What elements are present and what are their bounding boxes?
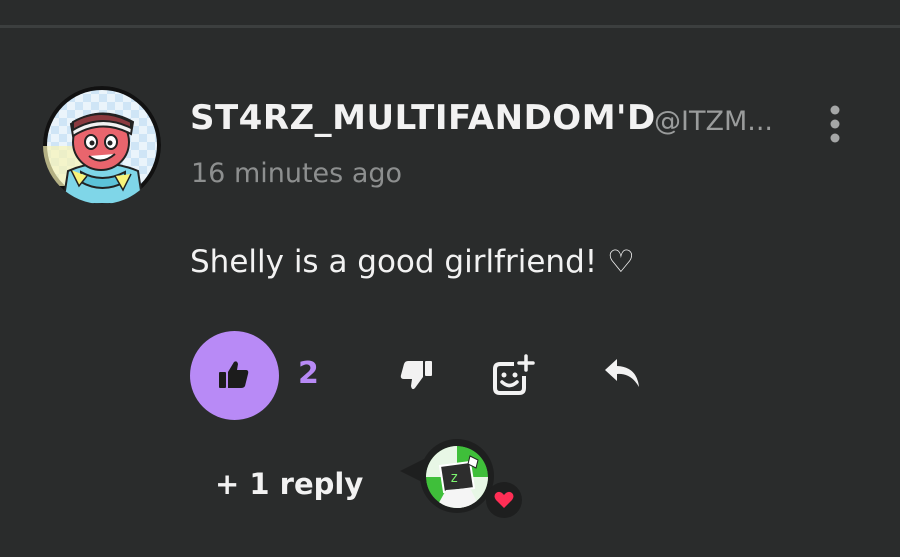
comment-text: Shelly is a good girlfriend! ♡ — [190, 244, 635, 280]
svg-text:z: z — [450, 470, 458, 486]
like-count: 2 — [298, 356, 319, 391]
comment-timestamp: 16 minutes ago — [191, 158, 403, 189]
like-button[interactable] — [190, 331, 279, 420]
view-replies-link[interactable]: + 1 reply — [215, 467, 363, 501]
commenter-avatar[interactable] — [43, 86, 161, 204]
add-emoji-button[interactable] — [490, 354, 536, 398]
heart-icon — [494, 491, 514, 508]
reply-button[interactable] — [601, 355, 645, 393]
top-divider — [0, 25, 900, 28]
reply-icon — [605, 359, 639, 387]
thumbs-down-icon — [400, 361, 432, 390]
commenter-handle[interactable]: @ITZM... — [654, 106, 773, 137]
creator-avatar: z — [426, 446, 488, 508]
heart-badge — [486, 482, 522, 518]
commenter-username[interactable]: ST4RZ_MULTIFANDOM'D — [190, 98, 656, 138]
add-emoji-icon — [493, 354, 535, 395]
more-vertical-icon[interactable] — [822, 104, 848, 144]
dislike-button[interactable] — [396, 355, 436, 395]
thumbs-up-icon — [219, 361, 249, 388]
